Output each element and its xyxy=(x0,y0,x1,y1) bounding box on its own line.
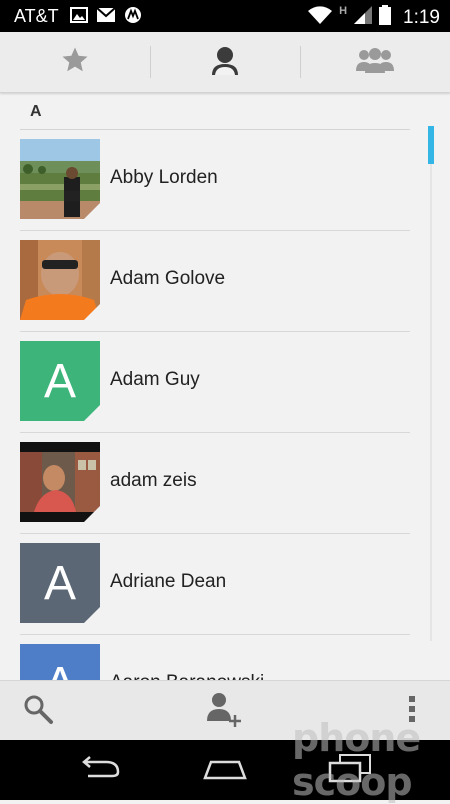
scrollbar-thumb[interactable] xyxy=(428,126,434,164)
group-icon xyxy=(355,45,395,80)
gmail-icon xyxy=(96,7,116,28)
network-type: H xyxy=(339,5,348,17)
back-button[interactable] xyxy=(70,752,130,788)
contact-row[interactable]: adam zeis xyxy=(20,433,410,534)
scrollbar-track xyxy=(430,126,432,641)
add-contact-icon xyxy=(205,691,245,732)
motorola-icon xyxy=(124,6,142,29)
home-button[interactable] xyxy=(195,752,255,788)
tab-groups[interactable] xyxy=(300,32,450,92)
section-header: A xyxy=(30,103,42,120)
clock: 1:19 xyxy=(403,6,440,28)
contact-letter-tile[interactable]: A xyxy=(20,543,100,623)
contact-row[interactable]: Adam Golove xyxy=(20,231,410,332)
contact-row[interactable]: A Adriane Dean xyxy=(20,534,410,635)
contact-letter-tile[interactable]: A xyxy=(20,644,100,680)
contact-name: Adriane Dean xyxy=(110,571,227,592)
status-bar: AT&T H 1:19 xyxy=(0,0,450,32)
tab-bar xyxy=(0,32,450,93)
contact-name: adam zeis xyxy=(110,470,197,491)
tab-contacts[interactable] xyxy=(150,32,300,92)
search-icon xyxy=(22,693,54,730)
contact-name: Adam Golove xyxy=(110,268,226,289)
contact-row[interactable]: A Adam Guy xyxy=(20,332,410,433)
watermark: phone scoop xyxy=(292,716,421,804)
contact-photo[interactable] xyxy=(20,240,100,320)
contact-photo[interactable] xyxy=(20,139,100,219)
contact-list[interactable]: A Abby Lorden Adam Golove A Adam Guy ada… xyxy=(0,93,450,680)
wifi-icon xyxy=(307,5,333,30)
image-icon xyxy=(70,7,88,28)
signal-icon xyxy=(353,5,373,30)
contact-name: Aaron Baranowski xyxy=(110,672,264,680)
tab-favorites[interactable] xyxy=(0,32,150,92)
search-button[interactable] xyxy=(16,691,60,731)
add-contact-button[interactable] xyxy=(203,691,247,731)
star-icon xyxy=(60,45,90,80)
contact-name: Adam Guy xyxy=(110,369,200,390)
battery-icon xyxy=(379,5,392,30)
contact-letter-tile[interactable]: A xyxy=(20,341,100,421)
carrier-label: AT&T xyxy=(14,6,59,26)
contact-row[interactable]: Abby Lorden xyxy=(20,130,410,231)
back-icon xyxy=(78,755,122,785)
contact-photo[interactable] xyxy=(20,442,100,522)
home-icon xyxy=(201,756,249,785)
contact-name: Abby Lorden xyxy=(110,167,218,188)
person-icon xyxy=(210,44,240,81)
contact-row[interactable]: A Aaron Baranowski xyxy=(20,635,410,680)
